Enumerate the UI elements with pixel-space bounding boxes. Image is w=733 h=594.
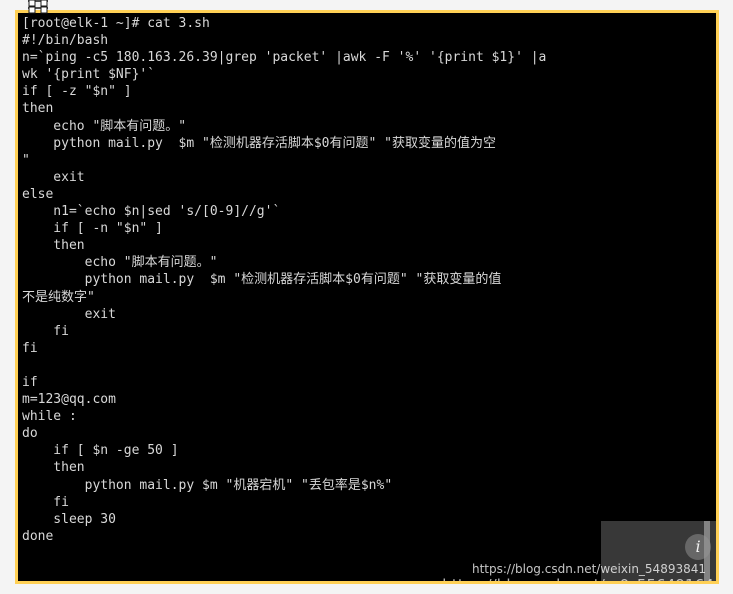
terminal-line: " [22,152,30,168]
terminal-line: then [22,101,54,117]
terminal-line: n1=`echo $n|sed 's/[0-9]//g'` [22,204,281,220]
terminal-line: 不是纯数字" [22,289,95,305]
terminal-line: else [22,186,54,202]
terminal-line: if [ $n -ge 50 ] [22,443,179,459]
terminal-line: if [ -z "$n" ] [22,84,132,100]
terminal-line: then [22,238,85,254]
terminal-line: python mail.py $m "机器宕机" "丢包率是$n%" [22,477,393,493]
terminal-line: [root@elk-1 ~]# cat 3.sh [22,16,210,31]
terminal-line: sleep 30 [22,511,116,527]
terminal-line: fi [22,494,69,510]
move-cursor-icon [28,0,48,14]
terminal-line: do [22,426,38,442]
terminal-window[interactable]: [root@elk-1 ~]# cat 3.sh #!/bin/bash n=`pi… [15,10,719,584]
terminal-line: m=123@qq.com [22,392,116,408]
info-icon[interactable]: i [685,534,711,560]
page-background: [root@elk-1 ~]# cat 3.sh #!/bin/bash n=`pi… [0,0,733,594]
terminal-line: echo "脚本有问题。" [22,255,218,271]
terminal-line: done [22,528,54,544]
terminal-line: while : [22,409,77,425]
terminal-line: then [22,460,85,476]
terminal-screen[interactable]: [root@elk-1 ~]# cat 3.sh #!/bin/bash n=`pi… [18,13,716,581]
terminal-line: n=`ping -c5 180.163.26.39|grep 'packet' … [22,50,547,66]
terminal-line: wk '{print $NF}'` [22,67,156,83]
terminal-line: python mail.py $m "检测机器存活脚本$0有问题" "获取变量的… [22,272,502,288]
terminal-line: fi [22,323,69,339]
terminal-line: if [22,374,38,390]
terminal-line: fi [22,340,38,356]
terminal-line: echo "脚本有问题。" [22,118,187,134]
terminal-line: #!/bin/bash [22,33,109,49]
screenshot-canvas: [root@elk-1 ~]# cat 3.sh #!/bin/bash n=`pi… [0,0,733,594]
terminal-line: python mail.py $m "检测机器存活脚本$0有问题" "获取变量的… [22,135,497,151]
terminal-line: exit [22,169,85,185]
terminal-line: exit [22,306,116,322]
terminal-line: if [ -n "$n" ] [22,221,163,237]
